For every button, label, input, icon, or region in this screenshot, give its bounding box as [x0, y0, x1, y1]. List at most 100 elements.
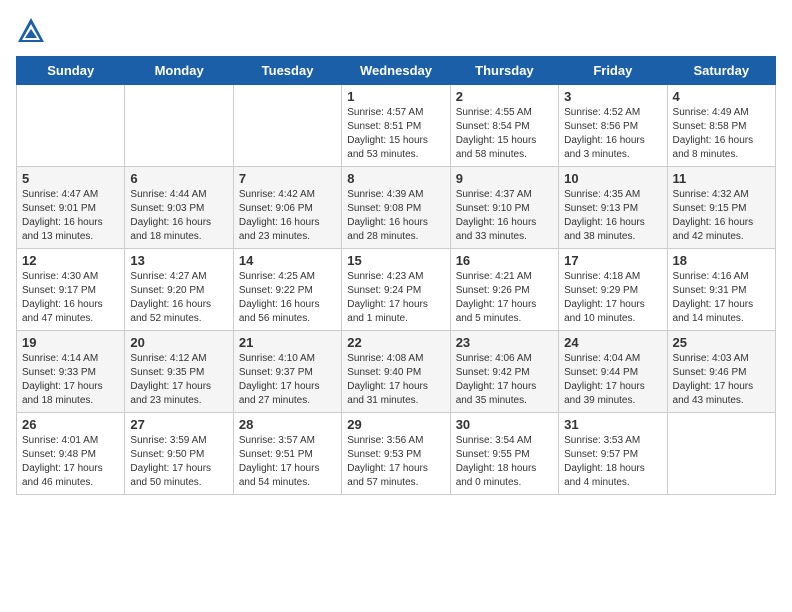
day-info: Sunrise: 4:35 AM Sunset: 9:13 PM Dayligh…: [564, 188, 661, 244]
day-number: 19: [22, 335, 119, 350]
calendar-cell: 4 Sunrise: 4:49 AM Sunset: 8:58 PM Daylig…: [667, 85, 775, 167]
calendar-cell: 14 Sunrise: 4:25 AM Sunset: 9:22 PM Dayli…: [233, 249, 341, 331]
calendar-cell: [125, 85, 233, 167]
day-info: Sunrise: 3:53 AM Sunset: 9:57 PM Dayligh…: [564, 434, 661, 490]
calendar-cell: 30 Sunrise: 3:54 AM Sunset: 9:55 PM Dayli…: [450, 413, 558, 495]
calendar-cell: 3Sunrise: 4:52 AM Sunset: 8:56 PM Daylig…: [559, 85, 667, 167]
day-info: Sunrise: 4:16 AM Sunset: 9:31 PM Dayligh…: [673, 270, 770, 326]
calendar-cell: 5 Sunrise: 4:47 AM Sunset: 9:01 PM Daylig…: [17, 167, 125, 249]
day-number: 13: [130, 253, 227, 268]
day-info: Sunrise: 4:25 AM Sunset: 9:22 PM Dayligh…: [239, 270, 336, 326]
day-number: 8: [347, 171, 444, 186]
calendar-cell: 1 Sunrise: 4:57 AM Sunset: 8:51 PM Daylig…: [342, 85, 450, 167]
calendar-cell: 27Sunrise: 3:59 AM Sunset: 9:50 PM Dayli…: [125, 413, 233, 495]
calendar-cell: 12 Sunrise: 4:30 AM Sunset: 9:17 PM Dayli…: [17, 249, 125, 331]
calendar-week-row: 26 Sunrise: 4:01 AM Sunset: 9:48 PM Dayli…: [17, 413, 776, 495]
day-info: Sunrise: 4:52 AM Sunset: 8:56 PM Dayligh…: [564, 106, 661, 162]
calendar-cell: 22Sunrise: 4:08 AM Sunset: 9:40 PM Dayli…: [342, 331, 450, 413]
day-info: Sunrise: 3:54 AM Sunset: 9:55 PM Dayligh…: [456, 434, 553, 490]
day-info: Sunrise: 4:39 AM Sunset: 9:08 PM Dayligh…: [347, 188, 444, 244]
day-of-week-header: Sunday: [17, 57, 125, 85]
day-number: 18: [673, 253, 770, 268]
day-number: 2: [456, 89, 553, 104]
calendar-cell: 25 Sunrise: 4:03 AM Sunset: 9:46 PM Dayli…: [667, 331, 775, 413]
calendar-cell: 15 Sunrise: 4:23 AM Sunset: 9:24 PM Dayli…: [342, 249, 450, 331]
calendar-cell: [667, 413, 775, 495]
day-number: 15: [347, 253, 444, 268]
day-number: 7: [239, 171, 336, 186]
day-info: Sunrise: 4:18 AM Sunset: 9:29 PM Dayligh…: [564, 270, 661, 326]
calendar-cell: [17, 85, 125, 167]
day-info: Sunrise: 4:21 AM Sunset: 9:26 PM Dayligh…: [456, 270, 553, 326]
calendar-cell: 31 Sunrise: 3:53 AM Sunset: 9:57 PM Dayli…: [559, 413, 667, 495]
calendar-cell: 29Sunrise: 3:56 AM Sunset: 9:53 PM Dayli…: [342, 413, 450, 495]
day-info: Sunrise: 4:03 AM Sunset: 9:46 PM Dayligh…: [673, 352, 770, 408]
day-number: 4: [673, 89, 770, 104]
day-number: 6: [130, 171, 227, 186]
calendar-cell: 7Sunrise: 4:42 AM Sunset: 9:06 PM Daylig…: [233, 167, 341, 249]
day-of-week-header: Saturday: [667, 57, 775, 85]
day-info: Sunrise: 4:10 AM Sunset: 9:37 PM Dayligh…: [239, 352, 336, 408]
day-number: 12: [22, 253, 119, 268]
day-info: Sunrise: 4:30 AM Sunset: 9:17 PM Dayligh…: [22, 270, 119, 326]
day-of-week-header: Tuesday: [233, 57, 341, 85]
day-info: Sunrise: 4:08 AM Sunset: 9:40 PM Dayligh…: [347, 352, 444, 408]
calendar-page: SundayMondayTuesdayWednesdayThursdayFrid…: [0, 0, 792, 511]
day-number: 20: [130, 335, 227, 350]
day-number: 14: [239, 253, 336, 268]
day-info: Sunrise: 4:32 AM Sunset: 9:15 PM Dayligh…: [673, 188, 770, 244]
calendar-table: SundayMondayTuesdayWednesdayThursdayFrid…: [16, 56, 776, 495]
day-info: Sunrise: 3:56 AM Sunset: 9:53 PM Dayligh…: [347, 434, 444, 490]
calendar-cell: 8 Sunrise: 4:39 AM Sunset: 9:08 PM Daylig…: [342, 167, 450, 249]
calendar-cell: 23 Sunrise: 4:06 AM Sunset: 9:42 PM Dayli…: [450, 331, 558, 413]
day-info: Sunrise: 4:04 AM Sunset: 9:44 PM Dayligh…: [564, 352, 661, 408]
day-number: 31: [564, 417, 661, 432]
day-info: Sunrise: 4:57 AM Sunset: 8:51 PM Dayligh…: [347, 106, 444, 162]
day-info: Sunrise: 4:44 AM Sunset: 9:03 PM Dayligh…: [130, 188, 227, 244]
calendar-week-row: 5 Sunrise: 4:47 AM Sunset: 9:01 PM Daylig…: [17, 167, 776, 249]
calendar-cell: 6 Sunrise: 4:44 AM Sunset: 9:03 PM Daylig…: [125, 167, 233, 249]
calendar-header: SundayMondayTuesdayWednesdayThursdayFrid…: [17, 57, 776, 85]
calendar-cell: 18 Sunrise: 4:16 AM Sunset: 9:31 PM Dayli…: [667, 249, 775, 331]
day-number: 24: [564, 335, 661, 350]
day-of-week-header: Friday: [559, 57, 667, 85]
day-info: Sunrise: 4:27 AM Sunset: 9:20 PM Dayligh…: [130, 270, 227, 326]
calendar-cell: 17Sunrise: 4:18 AM Sunset: 9:29 PM Dayli…: [559, 249, 667, 331]
calendar-cell: 11 Sunrise: 4:32 AM Sunset: 9:15 PM Dayli…: [667, 167, 775, 249]
day-number: 5: [22, 171, 119, 186]
day-of-week-header: Wednesday: [342, 57, 450, 85]
calendar-cell: 24 Sunrise: 4:04 AM Sunset: 9:44 PM Dayli…: [559, 331, 667, 413]
day-of-week-header: Thursday: [450, 57, 558, 85]
calendar-week-row: 1 Sunrise: 4:57 AM Sunset: 8:51 PM Daylig…: [17, 85, 776, 167]
day-info: Sunrise: 4:55 AM Sunset: 8:54 PM Dayligh…: [456, 106, 553, 162]
calendar-cell: 16 Sunrise: 4:21 AM Sunset: 9:26 PM Dayli…: [450, 249, 558, 331]
logo: [16, 16, 50, 46]
calendar-cell: 26 Sunrise: 4:01 AM Sunset: 9:48 PM Dayli…: [17, 413, 125, 495]
day-number: 25: [673, 335, 770, 350]
day-number: 30: [456, 417, 553, 432]
day-number: 23: [456, 335, 553, 350]
day-number: 11: [673, 171, 770, 186]
day-number: 26: [22, 417, 119, 432]
day-number: 16: [456, 253, 553, 268]
day-number: 1: [347, 89, 444, 104]
calendar-cell: 28Sunrise: 3:57 AM Sunset: 9:51 PM Dayli…: [233, 413, 341, 495]
calendar-week-row: 12 Sunrise: 4:30 AM Sunset: 9:17 PM Dayli…: [17, 249, 776, 331]
day-info: Sunrise: 4:47 AM Sunset: 9:01 PM Dayligh…: [22, 188, 119, 244]
day-info: Sunrise: 4:01 AM Sunset: 9:48 PM Dayligh…: [22, 434, 119, 490]
header: [16, 16, 776, 46]
calendar-week-row: 19 Sunrise: 4:14 AM Sunset: 9:33 PM Dayli…: [17, 331, 776, 413]
day-number: 9: [456, 171, 553, 186]
day-info: Sunrise: 3:57 AM Sunset: 9:51 PM Dayligh…: [239, 434, 336, 490]
calendar-body: 1 Sunrise: 4:57 AM Sunset: 8:51 PM Daylig…: [17, 85, 776, 495]
calendar-cell: [233, 85, 341, 167]
day-info: Sunrise: 4:06 AM Sunset: 9:42 PM Dayligh…: [456, 352, 553, 408]
calendar-cell: 19 Sunrise: 4:14 AM Sunset: 9:33 PM Dayli…: [17, 331, 125, 413]
day-info: Sunrise: 4:37 AM Sunset: 9:10 PM Dayligh…: [456, 188, 553, 244]
day-number: 10: [564, 171, 661, 186]
day-info: Sunrise: 4:14 AM Sunset: 9:33 PM Dayligh…: [22, 352, 119, 408]
day-info: Sunrise: 4:23 AM Sunset: 9:24 PM Dayligh…: [347, 270, 444, 326]
days-of-week-row: SundayMondayTuesdayWednesdayThursdayFrid…: [17, 57, 776, 85]
day-info: Sunrise: 4:49 AM Sunset: 8:58 PM Dayligh…: [673, 106, 770, 162]
logo-icon: [16, 16, 46, 46]
